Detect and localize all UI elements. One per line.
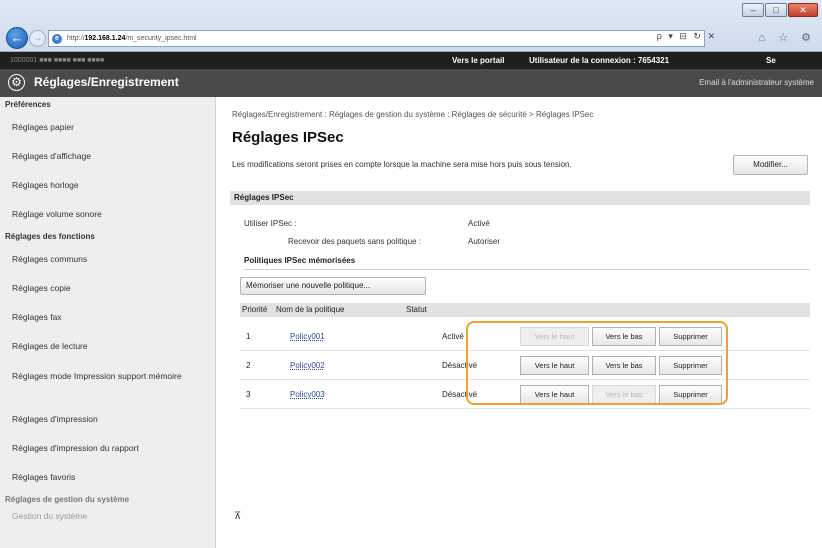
table-row: 2 Policy002 Désactivé Vers le haut Vers le b… [240, 352, 810, 380]
sidebar-section-preferences: Préférences [5, 100, 51, 109]
sidebar-item-volume[interactable]: Réglage volume sonore [0, 200, 215, 229]
sidebar-item-scan[interactable]: Réglages de lecture [0, 332, 215, 361]
modify-button[interactable]: Modifier... [733, 155, 808, 175]
column-priority: Priorité [242, 305, 268, 314]
browser-logo-icon: e [52, 34, 62, 44]
window-controls: – □ ✕ [742, 3, 818, 17]
receive-packets-value: Autoriser [468, 237, 501, 246]
section-ipsec-settings: Réglages IPSec [230, 191, 810, 205]
policy-name-link[interactable]: Policy001 [290, 332, 325, 341]
register-policy-button[interactable]: Mémoriser une nouvelle politique... [240, 277, 426, 295]
device-bar: 1000001 ■■■ ■■■■ ■■■ ■■■■ Vers le portai… [0, 52, 822, 82]
url-prefix: http:// [67, 35, 85, 42]
minimize-icon[interactable]: – [742, 3, 764, 17]
forward-arrow-icon[interactable]: → [29, 30, 46, 47]
breadcrumb: Réglages/Enregistrement : Réglages de ge… [232, 110, 594, 119]
policy-name-link[interactable]: Policy002 [290, 361, 325, 370]
move-up-button[interactable]: Vers le haut [520, 356, 589, 375]
settings-gear-icon: ⚙ [8, 74, 25, 91]
use-ipsec-value: Activé [468, 219, 490, 228]
address-bar[interactable]: e http://192.168.1.24/m_security_ipsec.ht… [48, 30, 705, 47]
divider [244, 269, 810, 270]
receive-packets-label: Recevoir des paquets sans politique : [288, 237, 421, 246]
policy-priority: 1 [246, 332, 251, 341]
move-up-button[interactable]: Vers le haut [520, 385, 589, 404]
sidebar-section-system: Réglages de gestion du système [5, 495, 130, 504]
delete-button[interactable]: Supprimer [659, 356, 722, 375]
device-name: 1000001 ■■■ ■■■■ ■■■ ■■■■ [10, 57, 105, 64]
toolbar-icons[interactable]: ⌂ ☆ ⚙ [759, 31, 816, 44]
policy-priority: 3 [246, 390, 251, 399]
move-down-button: Vers le bas [592, 385, 656, 404]
sidebar-item-system-management[interactable]: Gestion du système [0, 508, 215, 524]
email-admin-link[interactable]: Email à l'administrateur système [699, 78, 814, 87]
browser-chrome: – □ ✕ ← → e http://192.168.1.24/m_securit… [0, 0, 822, 52]
policy-priority: 2 [246, 361, 251, 370]
delete-button[interactable]: Supprimer [659, 385, 722, 404]
column-name: Nom de la politique [276, 305, 345, 314]
portal-link[interactable]: Vers le portail [452, 52, 504, 69]
close-icon[interactable]: ✕ [788, 3, 818, 17]
address-controls[interactable]: ρ ▾ ⊟ ↻ ✕ [657, 31, 717, 42]
policy-name-link[interactable]: Policy003 [290, 390, 325, 399]
back-arrow-icon[interactable]: ← [6, 27, 28, 49]
sidebar-item-print[interactable]: Réglages d'impression [0, 405, 215, 434]
sidebar-item-report-print[interactable]: Réglages d'impression du rapport [0, 434, 215, 463]
url-path: /m_security_ipsec.html [125, 35, 197, 42]
use-ipsec-label: Utiliser IPSec : [244, 219, 297, 228]
url-host: 192.168.1.24 [84, 35, 126, 42]
sidebar-item-paper[interactable]: Réglages papier [0, 113, 215, 142]
policy-table-header: Priorité Nom de la politique Statut [240, 303, 810, 317]
policy-status: Désactivé [442, 361, 478, 370]
sidebar: Préférences Réglages papier Réglages d'a… [0, 97, 216, 548]
policy-status: Désactivé [442, 390, 478, 399]
sidebar-item-clock[interactable]: Réglages horloge [0, 171, 215, 200]
page-title: Réglages IPSec [232, 129, 344, 146]
sidebar-item-common[interactable]: Réglages communs [0, 245, 215, 274]
column-status: Statut [406, 305, 427, 314]
registered-policies-title: Politiques IPSec mémorisées [244, 256, 356, 265]
sidebar-item-favorites[interactable]: Réglages favoris [0, 463, 215, 492]
delete-button[interactable]: Supprimer [659, 327, 722, 346]
sidebar-item-memory-print[interactable]: Réglages mode Impression support mémoire [0, 361, 215, 405]
policy-status: Activé [442, 332, 464, 341]
maximize-icon[interactable]: □ [765, 3, 787, 17]
header: ⚙ Réglages/Enregistrement Email à l'admi… [0, 69, 822, 97]
sidebar-item-fax[interactable]: Réglages fax [0, 303, 215, 332]
table-row: 3 Policy003 Désactivé Vers le haut Vers le b… [240, 381, 810, 409]
move-down-button[interactable]: Vers le bas [592, 327, 656, 346]
table-row: 1 Policy001 Activé Vers le haut Vers le bas S… [240, 323, 810, 351]
move-up-button: Vers le haut [520, 327, 589, 346]
restart-note: Les modifications seront prises en compt… [232, 160, 572, 169]
sidebar-item-copy[interactable]: Réglages copie [0, 274, 215, 303]
move-down-button[interactable]: Vers le bas [592, 356, 656, 375]
back-to-top-icon[interactable]: ⊼ [234, 511, 241, 522]
sidebar-section-functions: Réglages des fonctions [5, 232, 95, 241]
user-label: Utilisateur de la connexion : 7654321 [529, 56, 670, 65]
header-title: Réglages/Enregistrement [34, 75, 179, 89]
sidebar-item-display[interactable]: Réglages d'affichage [0, 142, 215, 171]
